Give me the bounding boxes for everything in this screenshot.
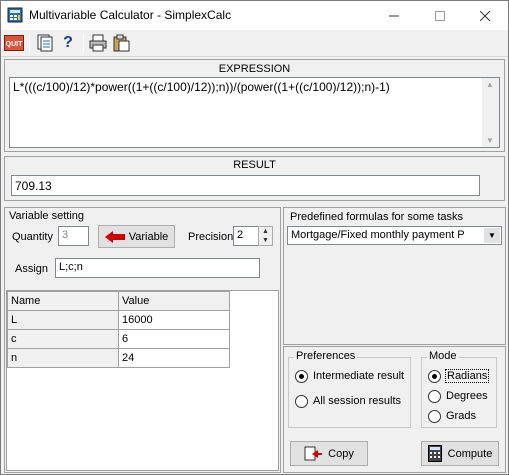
variable-name-cell[interactable]: c (7, 329, 119, 349)
intermediate-result-label[interactable]: Intermediate result (313, 370, 404, 382)
radians-radio[interactable] (428, 370, 441, 383)
paste-button[interactable] (110, 32, 132, 54)
variable-value-cell[interactable]: 24 (118, 348, 230, 368)
table-row[interactable]: c 6 (7, 329, 230, 349)
clipboard-icon (113, 34, 130, 52)
mode-group: Mode Radians Degrees Grads (421, 350, 497, 428)
maximize-icon (435, 10, 445, 21)
table-row[interactable]: L 16000 (7, 310, 230, 330)
scroll-down-icon[interactable]: ▼ (486, 136, 494, 145)
quit-button[interactable]: QUIT (3, 32, 25, 54)
scroll-up-icon[interactable]: ▲ (486, 80, 494, 89)
app-window: Multivariable Calculator - SimplexCalc Q… (0, 0, 509, 475)
compute-button-label: Compute (447, 447, 493, 460)
variable-name-cell[interactable]: L (7, 310, 119, 330)
maximize-button[interactable] (417, 1, 463, 30)
preferences-title: Preferences (294, 350, 358, 362)
radians-label[interactable]: Radians (445, 369, 490, 383)
mode-title: Mode (427, 350, 459, 362)
toolbar: QUIT ? (1, 30, 508, 57)
degrees-label[interactable]: Degrees (446, 390, 488, 402)
calculator-app-icon (7, 7, 23, 23)
result-title: RESULT (233, 159, 276, 171)
variables-table: Name Value L 16000 c 6 n 24 (7, 291, 230, 368)
copy-button-label: Copy (328, 447, 354, 460)
result-panel: RESULT 709.13 (4, 156, 505, 201)
minimize-icon (389, 15, 399, 16)
expression-input[interactable]: L*(((c/100)/12)*power((1+((c/100)/12));n… (9, 77, 500, 148)
grads-radio[interactable] (428, 410, 441, 423)
predefined-formulas-panel: Predefined formulas for some tasks Mortg… (283, 207, 506, 345)
expression-title: EXPRESSION (218, 63, 291, 75)
variable-value-cell[interactable]: 16000 (118, 310, 230, 330)
options-panel: Preferences Intermediate result All sess… (283, 346, 506, 473)
minimize-button[interactable] (371, 1, 417, 30)
table-header-row: Name Value (7, 291, 230, 311)
intermediate-result-radio[interactable] (295, 370, 308, 383)
variables-grid[interactable]: Name Value L 16000 c 6 n 24 (6, 290, 279, 471)
precision-field[interactable]: 2 (233, 226, 259, 246)
formula-select-value: Mortgage/Fixed monthly payment P (291, 229, 465, 241)
title-bar: Multivariable Calculator - SimplexCalc (1, 1, 508, 30)
printer-icon (89, 34, 107, 52)
copy-button[interactable]: Copy (290, 441, 368, 466)
precision-label: Precision (188, 231, 234, 243)
variable-button-label: Variable (128, 230, 169, 243)
variable-name-cell[interactable]: n (7, 348, 119, 368)
quantity-label: Quantity (12, 231, 53, 243)
spin-up-icon[interactable]: ▲ (259, 227, 272, 236)
chevron-down-icon[interactable]: ▼ (484, 228, 500, 243)
help-button[interactable]: ? (57, 32, 79, 54)
left-arrow-icon (104, 230, 125, 243)
assign-label: Assign (15, 263, 49, 275)
variable-value-cell[interactable]: 6 (118, 329, 230, 349)
close-icon (480, 10, 490, 21)
copy-icon (304, 446, 323, 460)
window-title: Multivariable Calculator - SimplexCalc (29, 8, 232, 22)
expression-scrollbar[interactable]: ▲ ▼ (482, 78, 499, 147)
result-field[interactable]: 709.13 (11, 175, 480, 196)
formula-select[interactable]: Mortgage/Fixed monthly payment P ▼ (287, 226, 502, 245)
variable-setting-title: Variable setting (9, 210, 85, 222)
close-button[interactable] (462, 1, 508, 30)
variable-setting-panel: Variable setting Quantity 3 Variable Pre… (4, 207, 281, 473)
calculator-icon (427, 445, 442, 462)
toolbar-separator (29, 34, 30, 52)
document-list-icon (37, 34, 53, 52)
assign-field[interactable]: L;c;n (55, 258, 260, 278)
degrees-radio[interactable] (428, 390, 441, 403)
compute-button[interactable]: Compute (421, 441, 499, 466)
precision-spinner[interactable]: ▲ ▼ (258, 226, 273, 246)
quantity-field[interactable]: 3 (58, 226, 89, 246)
preferences-group: Preferences Intermediate result All sess… (288, 350, 411, 428)
expression-panel: EXPRESSION L*(((c/100)/12)*power((1+((c/… (4, 59, 505, 152)
all-session-results-label[interactable]: All session results (313, 395, 401, 407)
expression-text: L*(((c/100)/12)*power((1+((c/100)/12));n… (13, 80, 390, 94)
quit-icon: QUIT (4, 35, 24, 51)
column-header-value: Value (118, 291, 230, 311)
table-row[interactable]: n 24 (7, 348, 230, 368)
spin-down-icon[interactable]: ▼ (259, 236, 272, 245)
column-header-name: Name (7, 291, 119, 311)
help-icon: ? (63, 34, 73, 51)
all-session-results-radio[interactable] (295, 395, 308, 408)
history-button[interactable] (34, 32, 56, 54)
variable-button[interactable]: Variable (98, 225, 175, 248)
predefined-title: Predefined formulas for some tasks (290, 211, 464, 223)
svg-text:QUIT: QUIT (6, 41, 23, 48)
grads-label[interactable]: Grads (446, 410, 476, 422)
toolbar-separator (83, 34, 84, 52)
print-button[interactable] (87, 32, 109, 54)
